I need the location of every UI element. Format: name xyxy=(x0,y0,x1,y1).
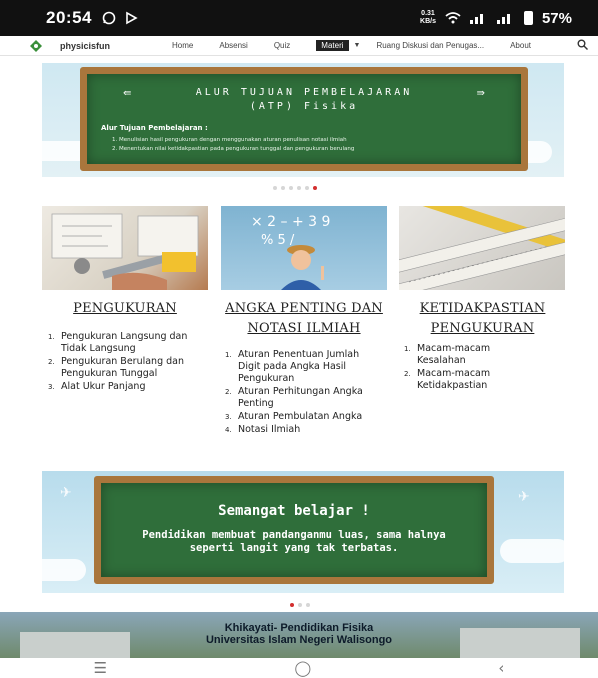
nav-about[interactable]: About xyxy=(510,41,531,50)
chalkboard: Semangat belajar ! Pendidikan membuat pa… xyxy=(94,476,494,584)
list-item[interactable]: 1. Pengukuran Langsung dan Tidak Langsung xyxy=(48,331,208,355)
list-item[interactable]: 4. Notasi Ilmiah xyxy=(225,424,365,436)
site-navbar: physicisfun Home Absensi Quiz Materi ▼ R… xyxy=(0,36,598,56)
battery-icon xyxy=(523,11,533,25)
atp-list-item: Menentukan nilai ketidakpastian pada pen… xyxy=(119,145,354,154)
footer-line2: Universitas Islam Negeri Walisongo xyxy=(205,634,393,646)
home-icon[interactable]: ◯ xyxy=(294,659,311,677)
list-item-label: Aturan Perhitungan Angka Penting xyxy=(238,386,363,409)
list-item[interactable]: 3. Alat Ukur Panjang xyxy=(48,381,208,393)
status-notification-icons xyxy=(102,11,138,25)
chevron-down-icon[interactable]: ▼ xyxy=(354,42,361,49)
carousel-dot[interactable] xyxy=(306,603,310,607)
list-item[interactable]: 1. Macam-macam Kesalahan xyxy=(404,343,522,367)
atp-list-item: Menulisian hasil pengukuran dengan mengg… xyxy=(119,136,354,145)
motivation-heading: Semangat belajar ! xyxy=(218,503,370,519)
chalkboard: ⇚ ⇛ ALUR TUJUAN PEMBELAJARAN (ATP) Fisik… xyxy=(80,67,528,171)
card-title-ketidakpastian[interactable]: KETIDAKPASTIAN PENGUKURAN xyxy=(410,299,555,339)
play-icon xyxy=(126,11,138,25)
list-item[interactable]: 2. Pengukuran Berulang dan Pengukuran Tun… xyxy=(48,356,208,380)
network-speed-value: 0.31 xyxy=(421,10,435,17)
site-brand[interactable]: physicisfun xyxy=(60,41,110,51)
network-speed-unit: KB/s xyxy=(420,18,436,25)
card-title-pengukuran[interactable]: PENGUKURAN xyxy=(42,299,208,319)
cloud-decoration xyxy=(42,559,86,581)
ketidakpastian-list: 1. Macam-macam Kesalahan 2. Macam-macam Ke… xyxy=(404,343,522,393)
carousel-dot[interactable] xyxy=(281,186,285,190)
list-item[interactable]: 2. Macam-macam Ketidakpastian xyxy=(404,368,522,392)
list-item-label: Notasi Ilmiah xyxy=(238,424,301,435)
angka-penting-list: 1. Aturan Penentuan Jumlah Digit pada Ang… xyxy=(225,349,365,437)
list-item-label: Pengukuran Berulang dan Pengukuran Tungg… xyxy=(61,356,184,379)
network-speed: 0.31 KB/s xyxy=(420,10,436,26)
footer-line1: Khikayati- Pendidikan Fisika xyxy=(224,622,374,634)
atp-title-line1: ALUR TUJUAN PEMBELAJARAN xyxy=(195,87,413,98)
battery-percent: 57% xyxy=(541,9,572,27)
svg-text:× 2 – + 3 9: × 2 – + 3 9 xyxy=(251,214,330,230)
site-logo-icon[interactable] xyxy=(30,39,42,52)
list-item-label: Pengukuran Langsung dan Tidak Langsung xyxy=(61,331,188,354)
tools-illustration xyxy=(51,213,199,290)
svg-text:% 5 /: % 5 / xyxy=(261,233,295,248)
carousel-dots-2 xyxy=(290,603,310,607)
nav-absensi[interactable]: Absensi xyxy=(219,41,247,50)
list-item[interactable]: 2. Aturan Perhitungan Angka Penting xyxy=(225,386,365,410)
atp-subtitle: Alur Tujuan Pembelajaran : xyxy=(101,124,208,132)
cloud-decoration xyxy=(500,539,564,563)
paper-plane-icon: ✈ xyxy=(518,489,530,505)
nav-ruang-diskusi[interactable]: Ruang Diskusi dan Penugas... xyxy=(376,41,484,50)
atp-title-line2: (ATP) Fisika xyxy=(249,101,359,112)
signal-icon xyxy=(469,14,483,24)
list-item-label: Aturan Pembulatan Angka xyxy=(238,411,363,422)
carousel-dot[interactable] xyxy=(297,186,301,190)
nav-home[interactable]: Home xyxy=(172,41,193,50)
list-item-label: Macam-macam Ketidakpastian xyxy=(417,368,491,391)
pengukuran-image[interactable] xyxy=(42,206,208,290)
boy-with-numbers-illustration: × 2 – + 3 9 % 5 / xyxy=(251,214,330,290)
status-time: 20:54 xyxy=(46,8,92,27)
atp-banner[interactable]: ⇚ ⇛ ALUR TUJUAN PEMBELAJARAN (ATP) Fisik… xyxy=(42,63,564,177)
atp-list: Menulisian hasil pengukuran dengan mengg… xyxy=(113,136,354,154)
pengukuran-list: 1. Pengukuran Langsung dan Tidak Langsung… xyxy=(48,331,208,394)
motivation-banner[interactable]: ✈ ✈ Semangat belajar ! Pendidikan membua… xyxy=(42,471,564,593)
search-icon[interactable] xyxy=(577,39,588,50)
signal-icon-2 xyxy=(496,14,510,24)
back-icon[interactable]: ‹ xyxy=(498,659,504,677)
footer-banner: Khikayati- Pendidikan Fisika Universitas… xyxy=(0,612,598,658)
rulers-illustration xyxy=(399,206,565,290)
wifi-icon xyxy=(445,12,461,24)
carousel-dot-active[interactable] xyxy=(290,603,294,607)
footer-text: Khikayati- Pendidikan Fisika Universitas… xyxy=(0,622,598,646)
paper-plane-icon: ✈ xyxy=(60,485,72,501)
carousel-dot[interactable] xyxy=(289,186,293,190)
atp-title: ALUR TUJUAN PEMBELAJARAN (ATP) Fisika xyxy=(87,86,521,114)
carousel-dot-active[interactable] xyxy=(313,186,317,190)
nav-materi[interactable]: Materi xyxy=(316,40,349,51)
nav-menu: Home Absensi Quiz Materi ▼ Ruang Diskusi… xyxy=(172,40,557,51)
list-item[interactable]: 1. Aturan Penentuan Jumlah Digit pada Ang… xyxy=(225,349,365,385)
motivation-text: Pendidikan membuat pandanganmu luas, sam… xyxy=(142,529,446,554)
list-item-label: Macam-macam Kesalahan xyxy=(417,343,491,366)
list-item[interactable]: 3. Aturan Pembulatan Angka xyxy=(225,411,365,423)
list-item-label: Alat Ukur Panjang xyxy=(61,381,146,392)
angka-penting-image[interactable]: × 2 – + 3 9 % 5 / xyxy=(221,206,387,290)
card-title-angka-penting[interactable]: ANGKA PENTING DAN NOTASI ILMIAH xyxy=(221,299,387,339)
carousel-dot[interactable] xyxy=(305,186,309,190)
status-bar: 20:54 0.31 KB/s 57% xyxy=(0,0,598,36)
ketidakpastian-image[interactable] xyxy=(399,206,565,290)
carousel-dot[interactable] xyxy=(298,603,302,607)
nav-quiz[interactable]: Quiz xyxy=(274,41,290,50)
list-item-label: Aturan Penentuan Jumlah Digit pada Angka… xyxy=(238,349,360,384)
recent-apps-icon[interactable]: ☰ xyxy=(94,659,107,677)
carousel-dot[interactable] xyxy=(273,186,277,190)
system-nav-bar: ☰ ◯ ‹ xyxy=(0,658,598,678)
whatsapp-icon xyxy=(102,11,116,25)
carousel-dots xyxy=(273,186,317,190)
